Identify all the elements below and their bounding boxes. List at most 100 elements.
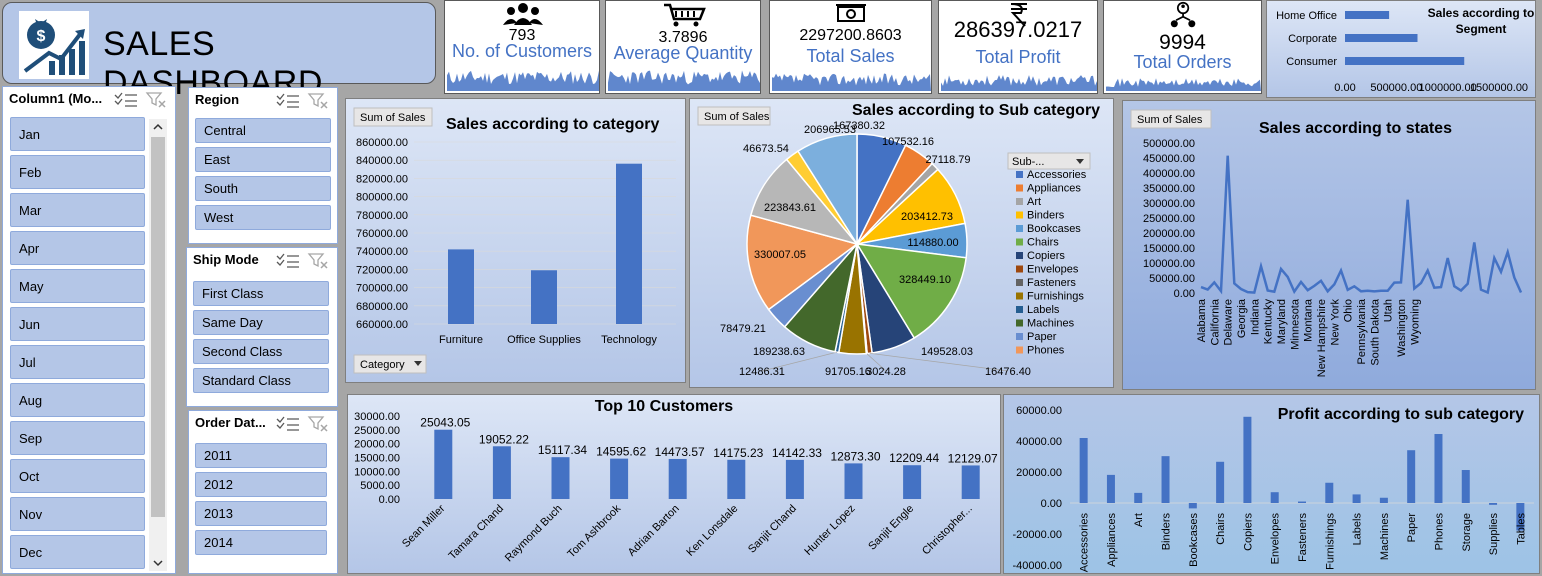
- slicer-item[interactable]: First Class: [193, 281, 329, 306]
- profit-bar[interactable]: [1134, 492, 1143, 503]
- slicer-item[interactable]: Sep: [10, 421, 145, 455]
- legend-label: Fasteners: [1027, 277, 1076, 289]
- bar-data-label: 14595.62: [596, 445, 646, 459]
- subcategory-pie-chart[interactable]: Sum of Sales Sales according to Sub categ…: [690, 99, 1115, 389]
- y-axis-tick: 740000.00: [356, 246, 408, 258]
- top-customers-chart-panel: Top 10 Customers 30000.00 25000.00 20000.00…: [347, 394, 1001, 574]
- multi-select-icon[interactable]: [276, 253, 299, 268]
- segment-chart-panel: Sales according to Segment Home Office Corp…: [1266, 0, 1536, 98]
- slicer-item[interactable]: Central: [195, 118, 331, 143]
- category-chart-panel: Sum of Sales Sales according to category C…: [345, 98, 686, 383]
- profit-bar[interactable]: [1434, 434, 1443, 503]
- multi-select-icon[interactable]: [114, 92, 137, 107]
- legend-swatch: [1016, 252, 1023, 259]
- slicer-item[interactable]: East: [195, 147, 331, 172]
- customer-bar[interactable]: [668, 458, 687, 499]
- slicer-item[interactable]: Jul: [10, 345, 145, 379]
- customer-bar[interactable]: [434, 429, 453, 499]
- slicer-item[interactable]: Nov: [10, 497, 145, 531]
- profit-bar[interactable]: [1489, 503, 1498, 505]
- states-line-chart[interactable]: Sum of Sales Sales according to states 500…: [1123, 101, 1537, 391]
- slicer-item[interactable]: Dec: [10, 535, 145, 569]
- slicer-item[interactable]: 2012: [195, 472, 327, 497]
- customer-bar[interactable]: [492, 446, 511, 499]
- profit-bar[interactable]: [1161, 456, 1170, 503]
- axis-field-button-label: Category: [360, 359, 405, 371]
- y-axis-tick: 350000.00: [1143, 183, 1195, 195]
- slicer-item[interactable]: Oct: [10, 459, 145, 493]
- x-axis-label: Sanjit Engle: [866, 503, 916, 553]
- region-slicer-header: Region: [195, 92, 240, 107]
- slicer-item[interactable]: Jan: [10, 117, 145, 151]
- slicer-item[interactable]: Same Day: [193, 310, 329, 335]
- slicer-item[interactable]: 2013: [195, 501, 327, 526]
- order-date-slicer[interactable]: Order Dat... 2011 2012 2013 2014: [188, 410, 338, 574]
- slicer-item[interactable]: Mar: [10, 193, 145, 227]
- clear-filter-icon[interactable]: [307, 416, 328, 432]
- clear-filter-icon[interactable]: [307, 253, 328, 269]
- profit-bar[interactable]: [1079, 437, 1088, 503]
- slicer-item[interactable]: Aug: [10, 383, 145, 417]
- sparkline-area: [608, 70, 760, 91]
- multi-select-icon[interactable]: [276, 416, 299, 431]
- slicer-item[interactable]: Apr: [10, 231, 145, 265]
- segment-bar[interactable]: [1345, 11, 1390, 19]
- slicer-item[interactable]: Standard Class: [193, 368, 329, 393]
- customer-bar[interactable]: [785, 459, 804, 499]
- y-axis-tick: 0.00: [1041, 498, 1062, 510]
- x-axis-label: Fasteners: [1297, 513, 1309, 562]
- pie-data-label: 78479.21: [720, 323, 766, 335]
- customer-bar[interactable]: [961, 465, 980, 499]
- y-axis-tick: 800000.00: [356, 192, 408, 204]
- ship-mode-slicer[interactable]: Ship Mode First Class Same Day Second Clas…: [186, 247, 338, 407]
- y-axis-tick: -20000.00: [1012, 529, 1062, 541]
- slicer-item[interactable]: 2011: [195, 443, 327, 468]
- profit-bar[interactable]: [1461, 470, 1470, 503]
- profit-bar[interactable]: [1352, 494, 1361, 503]
- profit-bar[interactable]: [1325, 482, 1334, 503]
- multi-select-icon[interactable]: [276, 93, 299, 108]
- profit-bar[interactable]: [1407, 450, 1416, 503]
- segment-bar[interactable]: [1345, 34, 1418, 42]
- segment-bar[interactable]: [1345, 57, 1465, 65]
- slicer-item[interactable]: South: [195, 176, 331, 201]
- profit-bar[interactable]: [1270, 492, 1279, 503]
- customer-bar[interactable]: [727, 459, 746, 499]
- profit-bar[interactable]: [1379, 497, 1388, 503]
- profit-bar[interactable]: [1216, 461, 1225, 503]
- slicer-item[interactable]: West: [195, 205, 331, 230]
- slicer-item[interactable]: Feb: [10, 155, 145, 189]
- customer-bar[interactable]: [551, 457, 570, 499]
- clear-filter-icon[interactable]: [145, 92, 166, 108]
- customer-bar[interactable]: [903, 465, 922, 499]
- profit-bar[interactable]: [1106, 474, 1115, 503]
- month-slicer-scrollbar[interactable]: [149, 119, 167, 571]
- region-slicer[interactable]: Region Central East South West: [188, 87, 338, 244]
- category-bar[interactable]: [531, 270, 557, 324]
- pie-data-label: 328449.10: [899, 274, 951, 286]
- slicer-item[interactable]: Second Class: [193, 339, 329, 364]
- profit-bar[interactable]: [1243, 416, 1252, 503]
- slicer-item[interactable]: May: [10, 269, 145, 303]
- top-customers-chart[interactable]: Top 10 Customers 30000.00 25000.00 20000.00…: [348, 395, 1002, 575]
- segment-chart[interactable]: Sales according to Segment Home Office Corp…: [1267, 1, 1537, 99]
- profit-subcategory-chart[interactable]: Profit according to sub category 60000.00…: [1004, 395, 1541, 575]
- profit-bar[interactable]: [1298, 501, 1306, 503]
- scroll-down-icon[interactable]: [152, 557, 164, 569]
- category-bar[interactable]: [448, 249, 474, 324]
- customer-bar[interactable]: [844, 463, 863, 499]
- scroll-up-icon[interactable]: [152, 121, 164, 133]
- customer-bar[interactable]: [610, 458, 629, 499]
- category-chart[interactable]: Sum of Sales Sales according to category C…: [346, 99, 687, 384]
- states-sales-line[interactable]: [1200, 155, 1523, 295]
- month-slicer[interactable]: Column1 (Mo... Jan Feb Mar Apr May Jun Jul Aug S…: [2, 86, 176, 574]
- category-bar[interactable]: [616, 163, 642, 324]
- y-axis-tick: 40000.00: [1016, 436, 1062, 448]
- slicer-item[interactable]: 2014: [195, 530, 327, 555]
- slicer-item[interactable]: Jun: [10, 307, 145, 341]
- scrollbar-thumb[interactable]: [151, 137, 165, 517]
- network-icon: [1170, 1, 1196, 28]
- profit-bar[interactable]: [1188, 503, 1197, 509]
- legend-label: Copiers: [1027, 250, 1065, 262]
- clear-filter-icon[interactable]: [307, 93, 328, 109]
